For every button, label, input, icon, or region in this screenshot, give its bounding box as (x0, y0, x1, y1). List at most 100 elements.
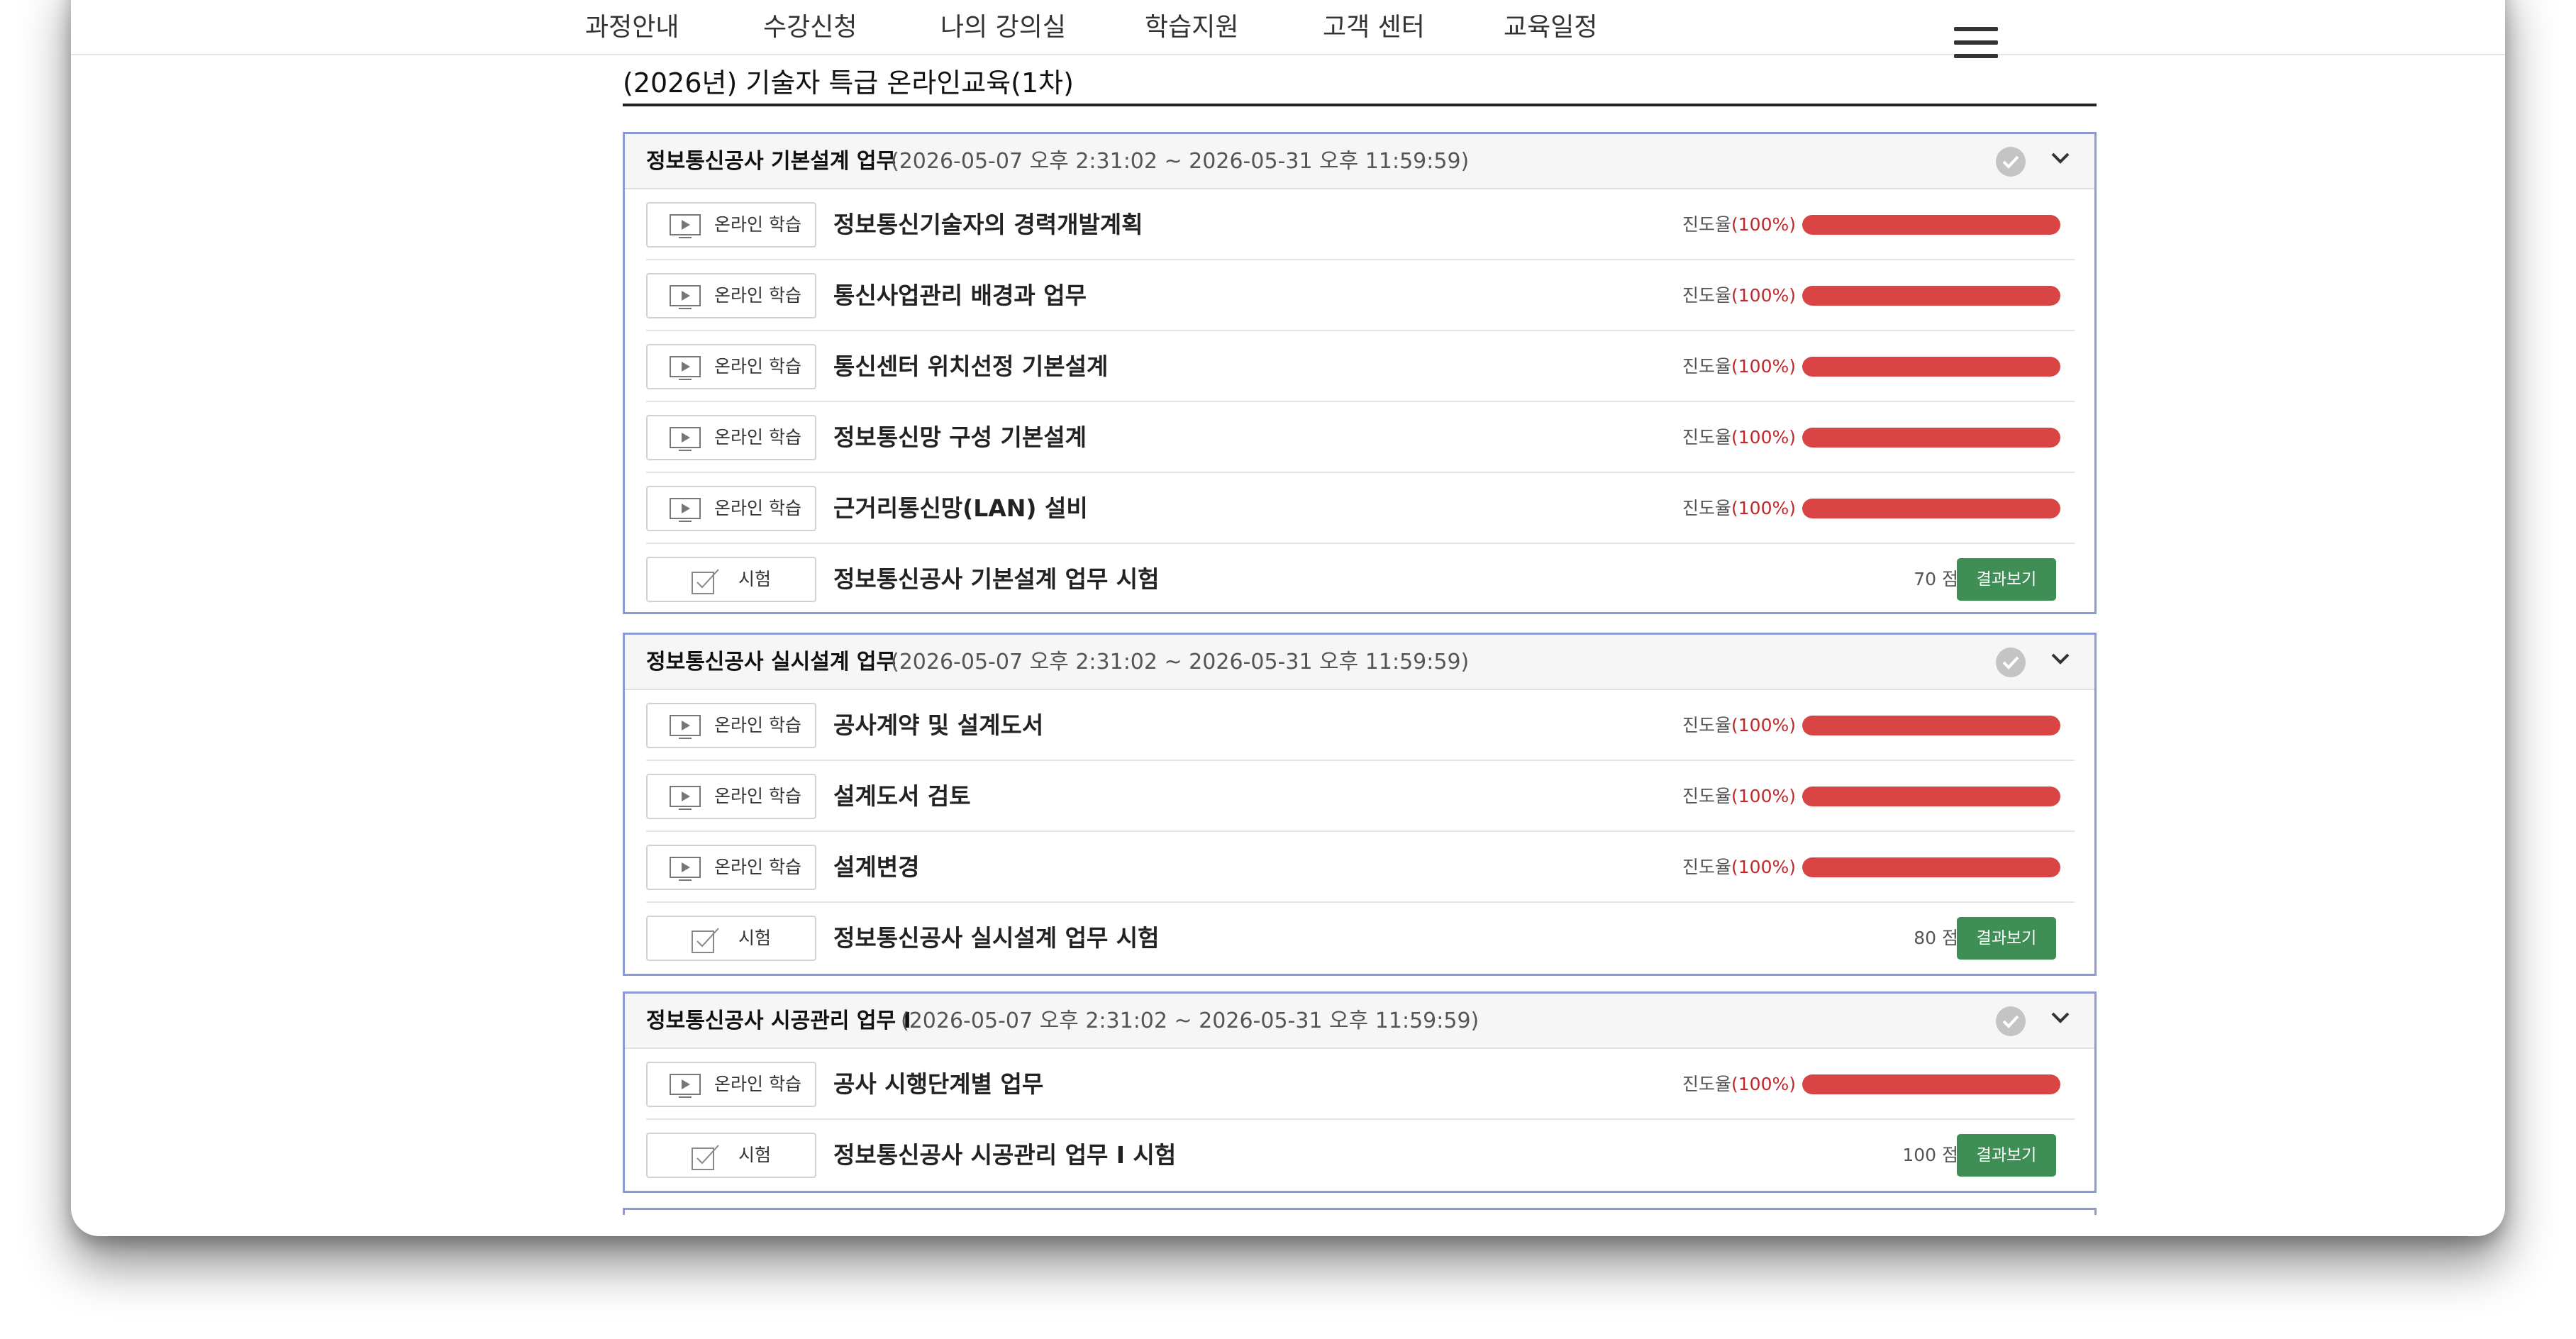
module-panel: 정보통신공사 기본설계 업무 (2026-05-07 오후 2:31:02 ~ … (623, 132, 2097, 614)
progress-text: 진도율(100%) (1682, 1049, 1796, 1120)
progress-fill (1802, 857, 2060, 877)
module-header[interactable]: 정보통신공사 실시설계 업무 (2026-05-07 오후 2:31:02 ~ … (625, 635, 2094, 690)
exam-row: 시험 정보통신공사 기본설계 업무 시험 70 점 결과보기 (646, 544, 2075, 615)
lesson-title[interactable]: 공사 시행단계별 업무 (833, 1049, 1043, 1120)
progress-bar (1802, 499, 2060, 518)
progress-text: 진도율(100%) (1682, 189, 1796, 260)
lesson-title[interactable]: 설계변경 (833, 832, 919, 903)
badge-label: 온라인 학습 (714, 857, 801, 877)
progress-bar (1802, 428, 2060, 448)
lesson-title[interactable]: 설계도서 검토 (833, 761, 971, 832)
online-learning-badge[interactable]: 온라인 학습 (646, 415, 816, 460)
lesson-title[interactable]: 통신사업관리 배경과 업무 (833, 260, 1087, 331)
module-header[interactable]: 정보통신공사 시공관리 업무 I (2026-05-07 오후 2:31:02 … (625, 994, 2094, 1049)
check-circle-icon (1996, 147, 2026, 177)
exam-score: 80 점 (1914, 928, 1958, 948)
exam-badge[interactable]: 시험 (646, 1133, 816, 1178)
exam-score: 70 점 (1914, 569, 1958, 589)
lesson-title[interactable]: 근거리통신망(LAN) 설비 (833, 473, 1088, 544)
chevron-down-icon[interactable] (2050, 151, 2070, 165)
lesson-title[interactable]: 정보통신망 구성 기본설계 (833, 402, 1087, 473)
progress-percent: (100%) (1731, 498, 1796, 518)
chevron-down-icon[interactable] (2050, 652, 2070, 666)
progress-percent: (100%) (1731, 285, 1796, 306)
next-module-edge (623, 1208, 2097, 1215)
lesson-row: 온라인 학습 정보통신기술자의 경력개발계획 진도율(100%) (646, 189, 2075, 260)
progress-text: 진도율(100%) (1682, 331, 1796, 402)
exam-row: 시험 정보통신공사 시공관리 업무 I 시험 100 점 결과보기 (646, 1120, 2075, 1191)
nav-item-enrollment[interactable]: 수강신청 (763, 0, 857, 55)
play-monitor-icon (670, 715, 701, 739)
check-circle-icon (1996, 648, 2026, 677)
lesson-row: 온라인 학습 근거리통신망(LAN) 설비 진도율(100%) (646, 473, 2075, 544)
progress-percent: (100%) (1731, 857, 1796, 877)
progress-bar (1802, 1074, 2060, 1094)
badge-label: 온라인 학습 (714, 715, 801, 735)
progress-fill (1802, 716, 2060, 735)
exam-check-icon (692, 1145, 719, 1170)
nav-item-learning-support[interactable]: 학습지원 (1145, 0, 1238, 55)
play-monitor-icon (670, 356, 701, 380)
lesson-title[interactable]: 공사계약 및 설계도서 (833, 690, 1043, 761)
play-monitor-icon (670, 214, 701, 238)
badge-label: 온라인 학습 (714, 427, 801, 448)
module-header[interactable]: 정보통신공사 기본설계 업무 (2026-05-07 오후 2:31:02 ~ … (625, 134, 2094, 189)
lesson-row: 온라인 학습 설계변경 진도율(100%) (646, 832, 2075, 903)
progress-fill (1802, 428, 2060, 448)
exam-badge[interactable]: 시험 (646, 916, 816, 961)
exam-badge[interactable]: 시험 (646, 557, 816, 602)
lesson-row: 온라인 학습 공사계약 및 설계도서 진도율(100%) (646, 690, 2075, 761)
progress-percent: (100%) (1731, 715, 1796, 735)
module-period: (2026-05-07 오후 2:31:02 ~ 2026-05-31 오후 1… (891, 149, 1470, 174)
progress-label: 진도율 (1682, 1074, 1732, 1094)
progress-label: 진도율 (1682, 498, 1732, 518)
hamburger-menu-icon[interactable] (1954, 27, 1998, 58)
exam-title[interactable]: 정보통신공사 시공관리 업무 I 시험 (833, 1120, 1176, 1191)
online-learning-badge[interactable]: 온라인 학습 (646, 1062, 816, 1107)
progress-fill (1802, 1074, 2060, 1094)
chevron-down-icon[interactable] (2050, 1011, 2070, 1025)
progress-label: 진도율 (1682, 214, 1732, 235)
lesson-title[interactable]: 통신센터 위치선정 기본설계 (833, 331, 1108, 402)
nav-item-customer-center[interactable]: 고객 센터 (1323, 0, 1425, 55)
exam-check-icon (692, 569, 719, 594)
play-monitor-icon (670, 1074, 701, 1098)
lesson-row: 온라인 학습 정보통신망 구성 기본설계 진도율(100%) (646, 402, 2075, 473)
exam-check-icon (692, 928, 719, 953)
module-panel: 정보통신공사 실시설계 업무 (2026-05-07 오후 2:31:02 ~ … (623, 633, 2097, 976)
online-learning-badge[interactable]: 온라인 학습 (646, 202, 816, 248)
nav-item-schedule[interactable]: 교육일정 (1504, 0, 1597, 55)
badge-label: 온라인 학습 (714, 1074, 801, 1094)
view-result-button[interactable]: 결과보기 (1957, 1134, 2056, 1177)
exam-title[interactable]: 정보통신공사 실시설계 업무 시험 (833, 903, 1160, 974)
online-learning-badge[interactable]: 온라인 학습 (646, 273, 816, 318)
badge-label: 온라인 학습 (714, 214, 801, 235)
progress-percent: (100%) (1731, 427, 1796, 448)
online-learning-badge[interactable]: 온라인 학습 (646, 845, 816, 890)
progress-text: 진도율(100%) (1682, 690, 1796, 761)
badge-label: 시험 (738, 569, 772, 589)
play-monitor-icon (670, 857, 701, 881)
nav-item-my-classroom[interactable]: 나의 강의실 (940, 0, 1066, 55)
badge-label: 온라인 학습 (714, 498, 801, 518)
exam-title[interactable]: 정보통신공사 기본설계 업무 시험 (833, 544, 1160, 615)
exam-row: 시험 정보통신공사 실시설계 업무 시험 80 점 결과보기 (646, 903, 2075, 974)
progress-percent: (100%) (1731, 786, 1796, 806)
online-learning-badge[interactable]: 온라인 학습 (646, 703, 816, 748)
nav-item-course-guide[interactable]: 과정안내 (585, 0, 679, 55)
progress-text: 진도율(100%) (1682, 260, 1796, 331)
online-learning-badge[interactable]: 온라인 학습 (646, 344, 816, 389)
view-result-button[interactable]: 결과보기 (1957, 558, 2056, 601)
online-learning-badge[interactable]: 온라인 학습 (646, 486, 816, 531)
progress-percent: (100%) (1731, 1074, 1796, 1094)
lesson-title[interactable]: 정보통신기술자의 경력개발계획 (833, 189, 1143, 260)
badge-label: 온라인 학습 (714, 786, 801, 806)
progress-label: 진도율 (1682, 857, 1732, 877)
online-learning-badge[interactable]: 온라인 학습 (646, 774, 816, 819)
progress-label: 진도율 (1682, 356, 1732, 377)
browser-window: 과정안내 수강신청 나의 강의실 학습지원 고객 센터 교육일정 (2026년)… (71, 0, 2505, 1236)
view-result-button[interactable]: 결과보기 (1957, 917, 2056, 960)
progress-text: 진도율(100%) (1682, 761, 1796, 832)
module-period: (2026-05-07 오후 2:31:02 ~ 2026-05-31 오후 1… (901, 1009, 1479, 1033)
module-name: 정보통신공사 실시설계 업무 (646, 650, 896, 674)
